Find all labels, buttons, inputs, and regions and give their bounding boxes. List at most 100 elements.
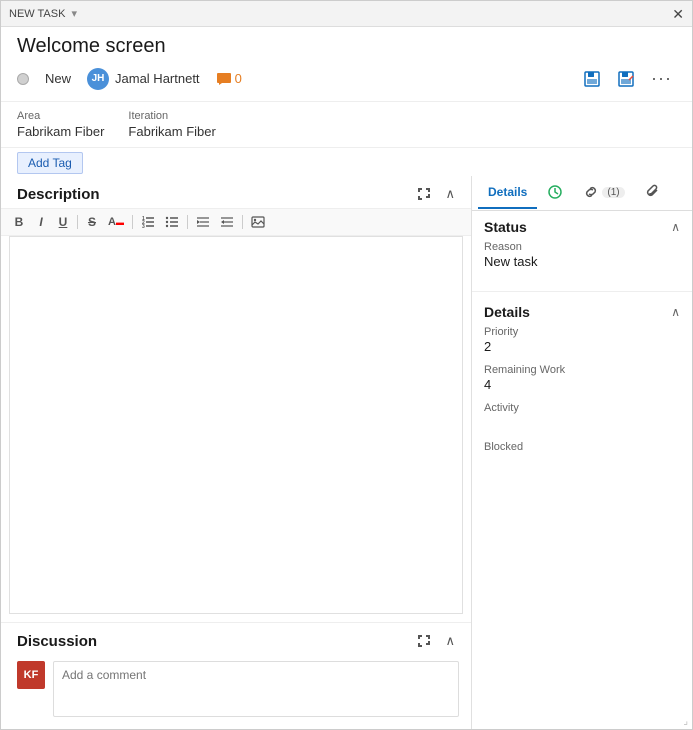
details-chevron[interactable]: ∧ <box>671 305 680 319</box>
status-dot <box>17 73 29 85</box>
assignee-name: Jamal Hartnett <box>115 71 200 86</box>
left-panel: Description ∧ B I U S A▬ 123 <box>1 176 472 729</box>
details-section-label: Details <box>484 304 530 320</box>
status-section: Status ∧ Reason New task <box>472 211 692 287</box>
tab-history[interactable] <box>537 176 573 210</box>
remaining-work-label: Remaining Work <box>484 364 680 376</box>
svg-text:3: 3 <box>142 224 145 228</box>
details-section-title-row: Details ∧ <box>484 304 680 320</box>
comment-icon <box>216 72 232 86</box>
italic-button[interactable]: I <box>31 213 51 231</box>
status-chevron[interactable]: ∧ <box>671 220 680 234</box>
section-divider-1 <box>472 291 692 292</box>
priority-value[interactable]: 2 <box>484 339 680 354</box>
user-avatar: KF <box>17 661 45 689</box>
tab-details-label: Details <box>488 185 527 199</box>
outdent-icon <box>220 216 234 228</box>
unordered-list-button[interactable] <box>161 214 183 230</box>
expand-icon <box>417 187 431 201</box>
status-section-label: Status <box>484 219 527 235</box>
activity-field: Activity <box>484 402 680 431</box>
title-bar: NEW TASK ▾ ✕ <box>1 1 692 27</box>
color-text-button[interactable]: A▬ <box>104 214 128 230</box>
fields-row: Area Fabrikam Fiber Iteration Fabrikam F… <box>1 102 692 148</box>
main-window: NEW TASK ▾ ✕ Welcome screen New JH Jamal… <box>0 0 693 730</box>
pin-icon[interactable]: ▾ <box>71 7 77 20</box>
image-button[interactable] <box>247 214 269 230</box>
description-toolbar: B I U S A▬ 123 <box>1 208 471 236</box>
reason-value[interactable]: New task <box>484 254 680 269</box>
comment-count: 0 <box>235 71 242 86</box>
meta-row: New JH Jamal Hartnett 0 ··· <box>17 66 676 97</box>
area-value[interactable]: Fabrikam Fiber <box>17 124 104 139</box>
tags-row: Add Tag <box>1 148 692 176</box>
add-tag-button[interactable]: Add Tag <box>17 152 83 174</box>
assignee[interactable]: JH Jamal Hartnett <box>87 68 200 90</box>
avatar: JH <box>87 68 109 90</box>
image-icon <box>251 216 265 228</box>
indent-button[interactable] <box>192 214 214 230</box>
main-area: Description ∧ B I U S A▬ 123 <box>1 176 692 729</box>
bold-button[interactable]: B <box>9 213 29 231</box>
link-icon <box>583 184 599 200</box>
comment-box: KF <box>1 655 471 729</box>
header-section: Welcome screen New JH Jamal Hartnett 0 <box>1 27 692 102</box>
discussion-section: Discussion ∧ KF <box>1 622 471 729</box>
discussion-header: Discussion ∧ <box>1 623 471 655</box>
description-title: Description <box>17 186 100 203</box>
outdent-button[interactable] <box>216 214 238 230</box>
window-title: NEW TASK <box>9 8 65 20</box>
expand-discussion-button[interactable] <box>413 631 435 651</box>
ordered-list-button[interactable]: 123 <box>137 214 159 230</box>
ul-icon <box>165 216 179 228</box>
tab-links[interactable]: (1) <box>573 176 634 210</box>
iteration-value[interactable]: Fabrikam Fiber <box>128 124 215 139</box>
attachment-icon <box>645 184 661 200</box>
right-panel: Details (1) Status ∧ <box>472 176 692 729</box>
expand-discussion-icon <box>417 634 431 648</box>
priority-field: Priority 2 <box>484 326 680 354</box>
comment-badge[interactable]: 0 <box>216 71 242 86</box>
priority-label: Priority <box>484 326 680 338</box>
page-title: Welcome screen <box>17 35 676 58</box>
reason-label: Reason <box>484 241 680 253</box>
discussion-title: Discussion <box>17 633 97 650</box>
save-icon <box>583 70 601 88</box>
close-button[interactable]: ✕ <box>672 7 684 21</box>
area-label: Area <box>17 110 104 122</box>
collapse-discussion-button[interactable]: ∧ <box>441 631 459 651</box>
status-label[interactable]: New <box>45 71 71 86</box>
blocked-value[interactable] <box>484 454 680 470</box>
strikethrough-button[interactable]: S <box>82 213 102 231</box>
user-initials: KF <box>24 669 39 681</box>
iteration-label: Iteration <box>128 110 215 122</box>
avatar-initials: JH <box>92 73 105 84</box>
description-content[interactable] <box>9 236 463 614</box>
remaining-work-field: Remaining Work 4 <box>484 364 680 392</box>
save-close-button[interactable] <box>613 68 639 90</box>
tab-attachments[interactable] <box>635 176 671 210</box>
discussion-actions: ∧ <box>413 631 459 651</box>
activity-value[interactable] <box>484 415 680 431</box>
tabs-bar: Details (1) <box>472 176 692 211</box>
description-actions: ∧ <box>413 184 459 204</box>
area-field: Area Fabrikam Fiber <box>17 110 104 139</box>
ol-icon: 123 <box>141 216 155 228</box>
description-section-header: Description ∧ <box>1 176 471 208</box>
history-icon <box>547 184 563 200</box>
save-button[interactable] <box>579 68 605 90</box>
resize-handle[interactable]: ⌟ <box>683 716 688 727</box>
blocked-label: Blocked <box>484 441 680 453</box>
underline-button[interactable]: U <box>53 213 73 231</box>
title-bar-left: NEW TASK ▾ <box>9 7 77 20</box>
details-section: Details ∧ Priority 2 Remaining Work 4 Ac… <box>472 296 692 488</box>
expand-description-button[interactable] <box>413 184 435 204</box>
remaining-work-value[interactable]: 4 <box>484 377 680 392</box>
more-options-button[interactable]: ··· <box>647 66 676 91</box>
comment-input[interactable] <box>53 661 459 717</box>
tab-details[interactable]: Details <box>478 177 537 209</box>
save-close-icon <box>617 70 635 88</box>
iteration-field: Iteration Fabrikam Fiber <box>128 110 215 139</box>
collapse-description-button[interactable]: ∧ <box>441 184 459 204</box>
meta-actions: ··· <box>579 66 676 91</box>
